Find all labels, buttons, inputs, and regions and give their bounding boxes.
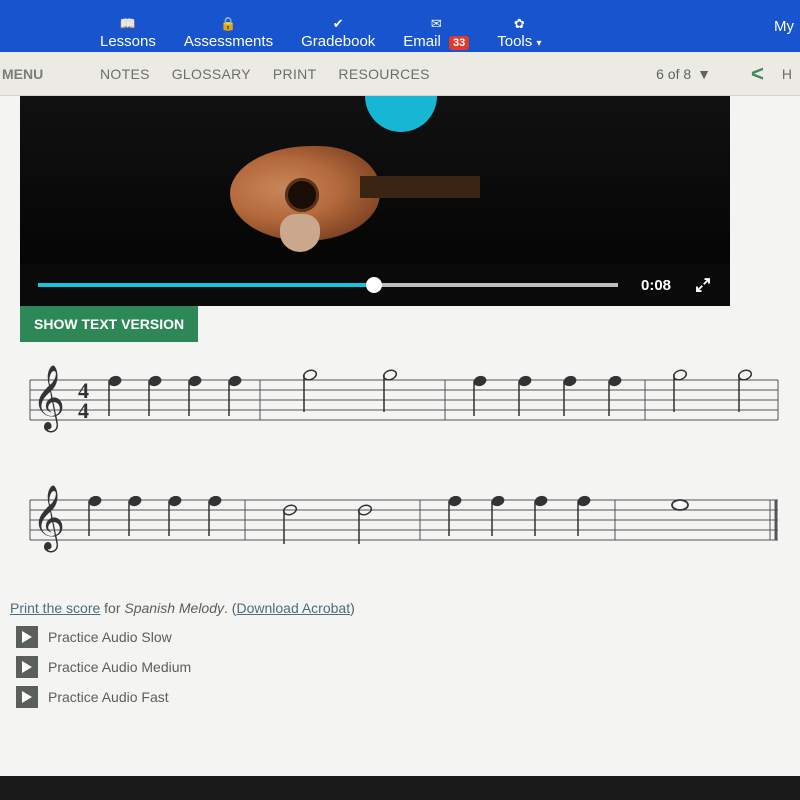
svg-text:𝄞: 𝄞 (32, 485, 65, 552)
nav-email-label: Email 33 (403, 33, 469, 50)
play-button-medium[interactable] (16, 656, 38, 678)
tab-glossary[interactable]: GLOSSARY (172, 66, 251, 82)
page-nav-buttons: < H (751, 61, 792, 87)
lock-icon: 🔒 (220, 17, 236, 31)
audio-row-medium: Practice Audio Medium (16, 656, 800, 678)
video-player[interactable]: 0:08 (20, 96, 730, 306)
nav-my[interactable]: My (774, 18, 794, 35)
tab-notes[interactable]: NOTES (100, 66, 150, 82)
secondary-navigation: MENU NOTES GLOSSARY PRINT RESOURCES 6 of… (0, 52, 800, 96)
staff-line-1: 𝄞 4 4 (20, 360, 780, 440)
play-button-slow[interactable] (16, 626, 38, 648)
scrubber-thumb[interactable] (366, 277, 382, 293)
audio-label-medium: Practice Audio Medium (48, 659, 191, 675)
secondary-tabs: NOTES GLOSSARY PRINT RESOURCES (100, 66, 430, 82)
show-text-version-button[interactable]: SHOW TEXT VERSION (20, 306, 198, 342)
video-controls: 0:08 (20, 264, 730, 306)
score-meta: Print the score for Spanish Melody. (Dow… (10, 600, 800, 616)
tab-print[interactable]: PRINT (273, 66, 317, 82)
download-acrobat-link[interactable]: Download Acrobat (236, 600, 350, 616)
svg-text:4: 4 (78, 398, 89, 423)
nav-assessments-label: Assessments (184, 33, 273, 50)
tab-resources[interactable]: RESOURCES (338, 66, 429, 82)
nav-assessments[interactable]: 🔒 Assessments (184, 2, 273, 50)
practice-audio-list: Practice Audio Slow Practice Audio Mediu… (16, 626, 800, 708)
audio-row-fast: Practice Audio Fast (16, 686, 800, 708)
play-button-fast[interactable] (16, 686, 38, 708)
gear-icon: ✿ (514, 17, 525, 31)
audio-label-fast: Practice Audio Fast (48, 689, 169, 705)
nav-lessons-label: Lessons (100, 33, 156, 50)
page-label: 6 of 8 (656, 66, 691, 82)
video-scrubber[interactable] (38, 283, 618, 287)
video-frame (20, 96, 730, 264)
prev-page-button[interactable]: < (751, 61, 764, 87)
video-time: 0:08 (634, 277, 678, 294)
audio-label-slow: Practice Audio Slow (48, 629, 172, 645)
envelope-icon: ✉ (431, 17, 442, 31)
bottom-bezel (0, 776, 800, 800)
nav-tools-label: Tools ▾ (497, 33, 541, 50)
page-selector[interactable]: 6 of 8 ▼ (656, 66, 711, 82)
caret-down-icon: ▼ (697, 66, 711, 82)
caret-down-icon: ▾ (536, 38, 541, 49)
nav-tools[interactable]: ✿ Tools ▾ (497, 2, 541, 50)
check-icon: ✔ (333, 17, 344, 31)
nav-lessons[interactable]: 📖 Lessons (100, 2, 156, 50)
nav-email[interactable]: ✉ Email 33 (403, 2, 469, 50)
email-badge: 33 (449, 36, 469, 50)
staff-line-2: 𝄞 (20, 480, 780, 560)
next-page-button[interactable]: H (782, 66, 792, 82)
piece-title: Spanish Melody (124, 600, 224, 616)
menu-button[interactable]: MENU (0, 66, 60, 82)
svg-text:𝄞: 𝄞 (32, 365, 65, 432)
book-icon: 📖 (120, 17, 136, 31)
top-navigation: 📖 Lessons 🔒 Assessments ✔ Gradebook ✉ Em… (0, 0, 800, 52)
audio-row-slow: Practice Audio Slow (16, 626, 800, 648)
nav-gradebook[interactable]: ✔ Gradebook (301, 2, 375, 50)
nav-gradebook-label: Gradebook (301, 33, 375, 50)
video-still (230, 116, 450, 256)
music-score: 𝄞 4 4 (20, 360, 780, 560)
fullscreen-icon[interactable] (694, 276, 712, 294)
print-score-link[interactable]: Print the score (10, 600, 100, 616)
